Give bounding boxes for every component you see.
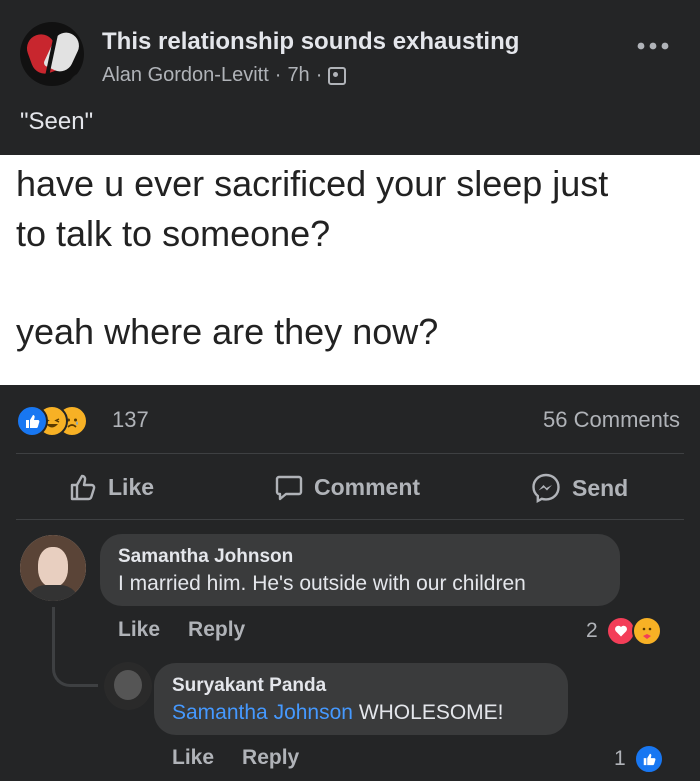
comment-text: Samantha Johnson WHOLESOME! — [172, 701, 504, 725]
meme-text-line: to talk to someone? — [16, 213, 331, 254]
comment-reactions[interactable]: 2 — [586, 616, 662, 646]
like-reaction-icon — [633, 744, 664, 774]
comment-label: Comment — [314, 473, 421, 500]
send-button[interactable]: Send — [530, 472, 628, 504]
comment-body: WHOLESOME! — [358, 701, 504, 724]
comment-author[interactable]: Suryakant Panda — [172, 675, 326, 697]
post-caption: "Seen" — [20, 108, 94, 135]
speech-bubble-icon — [275, 475, 303, 501]
comments-count[interactable]: 56 Comments — [543, 407, 680, 433]
avatar-figure — [114, 670, 142, 700]
reactions-summary[interactable]: 137 56 Comments — [0, 395, 700, 445]
divider — [16, 519, 684, 520]
comment-reaction-count: 1 — [614, 747, 626, 770]
thumbs-up-icon — [70, 474, 96, 501]
like-button[interactable]: Like — [68, 472, 154, 502]
comment-reaction-count: 2 — [586, 619, 598, 642]
care-reaction-icon — [631, 616, 662, 646]
reaction-icons[interactable] — [16, 405, 116, 437]
post-author[interactable]: Alan Gordon-Levitt — [102, 64, 269, 87]
divider — [16, 453, 684, 454]
group-name[interactable]: This relationship sounds exhausting — [102, 28, 519, 56]
comment-bubble[interactable]: Suryakant Panda Samantha Johnson WHOLESO… — [154, 663, 568, 735]
group-avatar[interactable] — [20, 22, 84, 86]
author-mini-avatar[interactable] — [68, 72, 84, 86]
messenger-icon — [532, 473, 560, 504]
more-options-button[interactable] — [636, 30, 670, 58]
like-reaction-icon — [16, 405, 48, 437]
avatar[interactable] — [104, 662, 152, 710]
audience-icon[interactable] — [328, 66, 347, 85]
more-horizontal-icon — [637, 42, 669, 50]
meta-separator: · — [315, 64, 323, 86]
reply-thread-line — [52, 607, 98, 687]
comment-reply-button[interactable]: Reply — [242, 746, 299, 770]
meme-text-line: have u ever sacrificed your sleep just — [16, 163, 609, 204]
post-header: This relationship sounds exhausting Alan… — [0, 0, 700, 155]
post-meta: Alan Gordon-Levitt · 7h · — [102, 64, 347, 87]
comment-text: I married him. He's outside with our chi… — [118, 572, 526, 595]
avatar[interactable] — [20, 535, 86, 601]
meme-image[interactable]: have u ever sacrificed your sleep just t… — [0, 155, 700, 385]
comment-button[interactable]: Comment — [274, 472, 420, 502]
comment-reply-button[interactable]: Reply — [188, 618, 245, 642]
meme-text-line: yeah where are they now? — [16, 311, 439, 352]
send-label: Send — [572, 474, 629, 501]
post-time[interactable]: 7h — [287, 64, 309, 87]
comment-author[interactable]: Samantha Johnson — [118, 546, 293, 568]
comment-like-button[interactable]: Like — [172, 746, 214, 770]
post-action-bar: Like Comment Send — [0, 456, 700, 518]
mention-link[interactable]: Samantha Johnson — [172, 701, 353, 724]
comment-actions: Like Reply — [118, 618, 245, 642]
reaction-count[interactable]: 137 — [112, 407, 149, 433]
comment-reactions[interactable]: 1 — [614, 744, 664, 774]
avatar-face — [38, 547, 68, 587]
comment-like-button[interactable]: Like — [118, 618, 160, 642]
comment-actions: Like Reply — [172, 746, 299, 770]
meta-separator: · — [274, 64, 282, 86]
comment-bubble[interactable]: Samantha Johnson I married him. He's out… — [100, 534, 620, 606]
like-label: Like — [108, 473, 155, 500]
